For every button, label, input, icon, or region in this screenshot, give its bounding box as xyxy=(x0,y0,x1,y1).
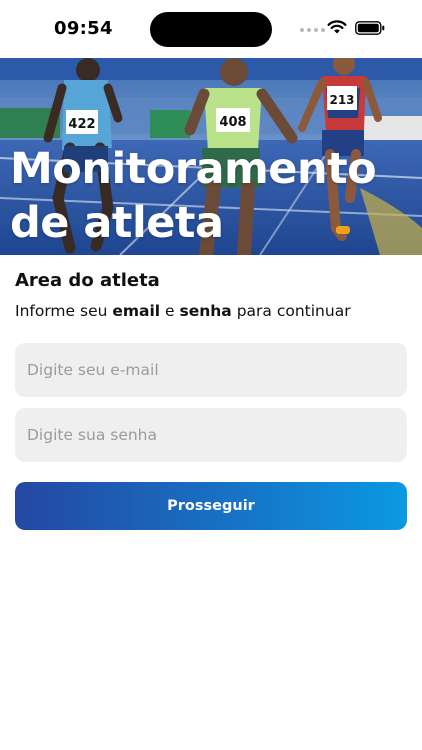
hero-title: Monitoramento de atleta xyxy=(10,144,377,248)
subtitle-text: Informe seu xyxy=(15,302,113,320)
subtitle-email-emphasis: email xyxy=(112,302,161,320)
cellular-signal-icon xyxy=(300,28,325,32)
status-time: 09:54 xyxy=(54,18,113,39)
submit-button[interactable]: Prosseguir xyxy=(15,482,407,530)
subtitle-text: e xyxy=(160,302,180,320)
email-field[interactable] xyxy=(15,343,407,397)
svg-text:422: 422 xyxy=(68,117,95,132)
svg-text:408: 408 xyxy=(219,115,246,130)
hero-banner: 422 408 213 Monitoramento de atleta xyxy=(0,58,422,255)
section-heading: Area do atleta xyxy=(15,270,160,291)
subtitle-text: para continuar xyxy=(231,302,351,320)
password-field[interactable] xyxy=(15,408,407,462)
section-subtitle: Informe seu email e senha para continuar xyxy=(15,302,351,320)
svg-text:213: 213 xyxy=(329,93,354,107)
status-bar: 09:54 xyxy=(0,0,422,58)
wifi-icon xyxy=(327,20,347,34)
dynamic-island xyxy=(150,12,272,47)
battery-icon xyxy=(355,21,385,35)
subtitle-password-emphasis: senha xyxy=(179,302,232,320)
